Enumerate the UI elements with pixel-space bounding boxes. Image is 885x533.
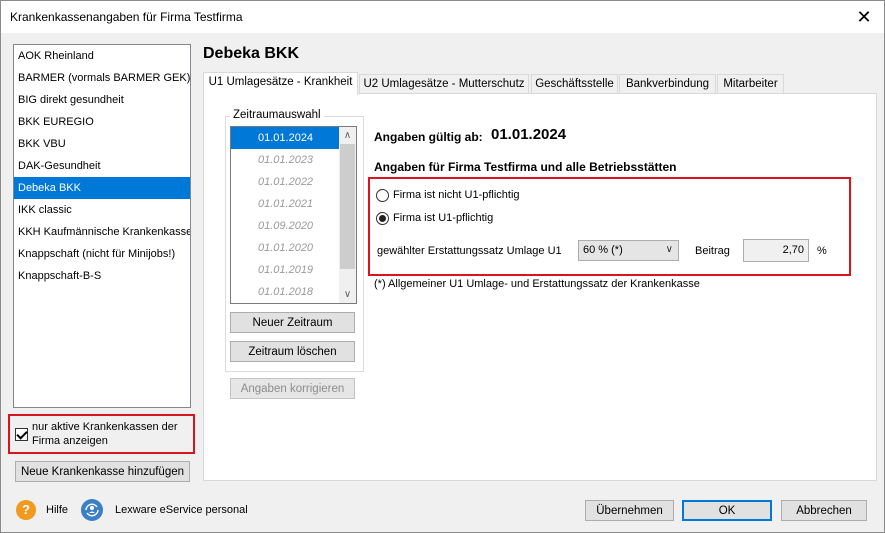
contribution-field[interactable]: 2,70 [743, 239, 809, 262]
period-list-item[interactable]: 01.01.2021 [231, 193, 339, 215]
valid-from-label: Angaben gültig ab: [374, 130, 483, 144]
not-liable-label: Firma ist nicht U1-pflichtig [393, 189, 520, 201]
liable-radio[interactable] [376, 212, 389, 225]
new-period-button[interactable]: Neuer Zeitraum [230, 312, 355, 333]
title-bar: Krankenkassenangaben für Firma Testfirma… [1, 1, 884, 33]
rate-label: gewählter Erstattungssatz Umlage U1 [377, 245, 562, 257]
help-label[interactable]: Hilfe [46, 504, 68, 516]
period-list-item[interactable]: 01.01.2023 [231, 149, 339, 171]
period-list-item[interactable]: 01.01.2019 [231, 259, 339, 281]
percent-sign: % [817, 245, 827, 257]
help-icon[interactable]: ? [16, 500, 36, 520]
not-liable-radio[interactable] [376, 189, 389, 202]
period-group-label: Zeitraumauswahl [230, 109, 324, 121]
dialog-window: Krankenkassenangaben für Firma Testfirma… [0, 0, 885, 533]
insurance-list-item[interactable]: BKK EUREGIO [14, 111, 190, 133]
panel-title: Debeka BKK [203, 45, 300, 62]
period-list-item[interactable]: 01.09.2020 [231, 215, 339, 237]
scroll-down-icon[interactable]: ∨ [339, 286, 356, 303]
insurance-list[interactable]: AOK Rheinland BARMER (vormals BARMER GEK)… [13, 44, 191, 408]
period-list[interactable]: 01.01.2024 01.01.2023 01.01.2022 01.01.2021… [230, 126, 357, 304]
rate-select-value: 60 % (*) [583, 244, 623, 256]
rate-select[interactable]: 60 % (*) ∨ [578, 240, 679, 261]
eservice-label[interactable]: Lexware eService personal [115, 504, 248, 516]
liable-label: Firma ist U1-pflichtig [393, 212, 494, 224]
insurance-list-item[interactable]: BARMER (vormals BARMER GEK) [14, 67, 190, 89]
contribution-label: Beitrag [695, 245, 730, 257]
window-title: Krankenkassenangaben für Firma Testfirma [10, 10, 243, 24]
section-heading: Angaben für Firma Testfirma und alle Bet… [374, 160, 677, 174]
add-insurance-button[interactable]: Neue Krankenkasse hinzufügen [15, 461, 190, 482]
tab-geschaeftsstelle[interactable]: Geschäftsstelle [531, 74, 618, 94]
insurance-list-item[interactable]: BKK VBU [14, 133, 190, 155]
correct-data-button[interactable]: Angaben korrigieren [230, 378, 355, 399]
insurance-list-item[interactable]: AOK Rheinland [14, 45, 190, 67]
period-list-item[interactable]: 01.01.2018 [231, 281, 339, 303]
insurance-list-item[interactable]: IKK classic [14, 199, 190, 221]
ok-button[interactable]: OK [682, 500, 772, 521]
scroll-up-icon[interactable]: ∧ [339, 127, 356, 144]
cancel-button[interactable]: Abbrechen [781, 500, 867, 521]
scroll-thumb[interactable] [340, 144, 355, 269]
tab-bankverbindung[interactable]: Bankverbindung [619, 74, 716, 94]
delete-period-button[interactable]: Zeitraum löschen [230, 341, 355, 362]
insurance-list-item[interactable]: KKH Kaufmännische Krankenkasse [14, 221, 190, 243]
insurance-list-item[interactable]: Debeka BKK [14, 177, 190, 199]
valid-from-value: 01.01.2024 [491, 126, 567, 143]
insurance-list-item[interactable]: DAK-Gesundheit [14, 155, 190, 177]
insurance-list-item[interactable]: Knappschaft (nicht für Minijobs!) [14, 243, 190, 265]
period-list-item[interactable]: 01.01.2024 [231, 127, 339, 149]
insurance-list-item[interactable]: Knappschaft-B-S [14, 265, 190, 287]
eservice-icon[interactable] [81, 499, 103, 521]
close-icon[interactable]: ✕ [854, 7, 874, 27]
period-list-item[interactable]: 01.01.2022 [231, 171, 339, 193]
only-active-checkbox[interactable] [15, 428, 28, 441]
apply-button[interactable]: Übernehmen [585, 500, 674, 521]
insurance-list-item[interactable]: BIG direkt gesundheit [14, 89, 190, 111]
tab-u1[interactable]: U1 Umlagesätze - Krankheit [203, 72, 358, 95]
only-active-label: nur aktive Krankenkassen der Firma anzei… [32, 421, 178, 447]
tab-u2[interactable]: U2 Umlagesätze - Mutterschutz [359, 74, 529, 94]
period-scrollbar[interactable]: ∧ ∨ [339, 127, 356, 303]
chevron-down-icon: ∨ [665, 244, 673, 255]
period-list-item[interactable]: 01.01.2020 [231, 237, 339, 259]
footnote: (*) Allgemeiner U1 Umlage- und Erstattun… [374, 278, 700, 290]
tab-mitarbeiter[interactable]: Mitarbeiter [717, 74, 784, 94]
tab-page-u1: Zeitraumauswahl 01.01.2024 01.01.2023 01.0… [203, 93, 877, 481]
